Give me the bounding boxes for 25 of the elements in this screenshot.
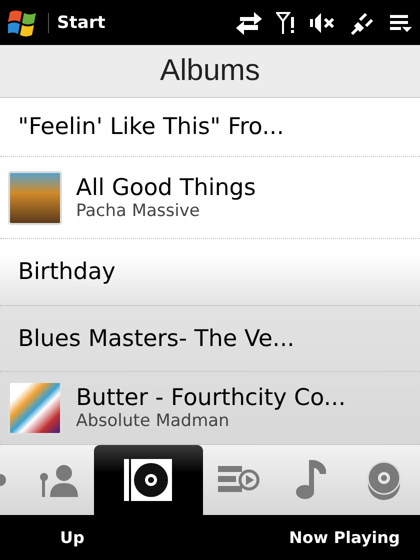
album-title: "Feelin' Like This" Fro...	[18, 114, 284, 140]
now-playing-softkey[interactable]: Now Playing	[288, 528, 400, 547]
signal-warning-icon[interactable]	[276, 10, 296, 34]
artist-name: Pacha Massive	[76, 200, 201, 220]
album-title: Birthday	[18, 259, 116, 285]
muted-speaker-icon[interactable]	[310, 12, 336, 34]
music-note-icon	[296, 460, 326, 500]
album-row[interactable]: Birthday	[0, 239, 420, 306]
album-row[interactable]: Blues Masters- The Ve...	[0, 306, 420, 372]
page-title: Albums	[160, 54, 260, 88]
album-cover	[8, 170, 62, 224]
album-title: Butter - Fourthcity Co...	[76, 385, 346, 411]
album-title: All Good Things	[76, 174, 256, 200]
window-title: Start	[48, 12, 106, 32]
album-row[interactable]: "Feelin' Like This" Fro...	[0, 98, 420, 157]
album-row[interactable]: All Good Things Pacha Massive	[0, 157, 420, 239]
artist-name: Absolute Madman	[76, 411, 230, 431]
album-icon	[124, 459, 172, 501]
album-title: Blues Masters- The Ve...	[18, 326, 294, 352]
up-softkey[interactable]: Up	[60, 528, 84, 547]
windows-logo-icon	[8, 8, 38, 38]
album-cover	[8, 381, 62, 435]
menu-icon[interactable]	[390, 12, 412, 32]
category-tab[interactable]	[94, 445, 203, 515]
sync-arrows-icon[interactable]	[236, 10, 262, 34]
